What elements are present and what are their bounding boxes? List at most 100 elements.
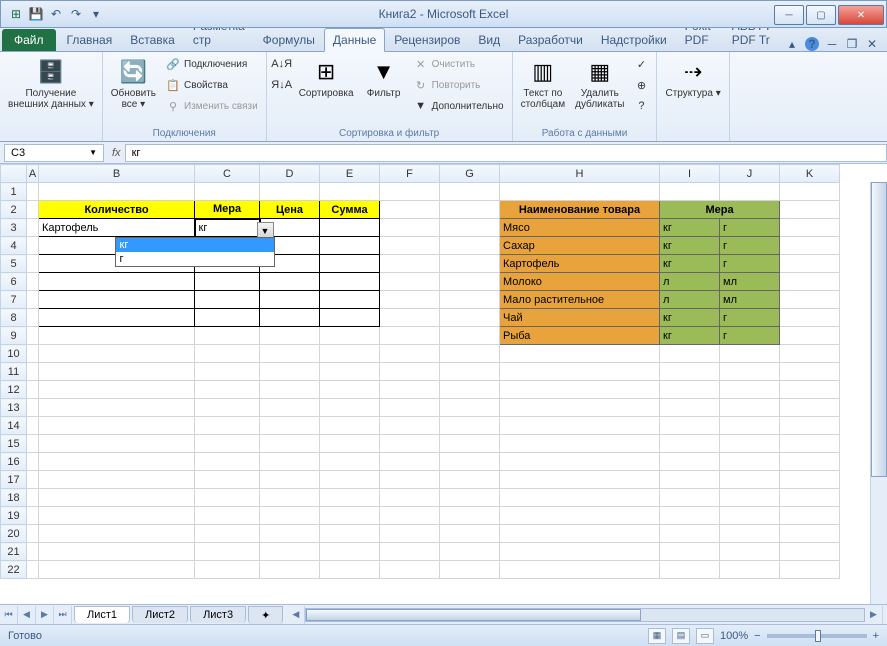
save-icon[interactable]: 💾 bbox=[27, 5, 45, 23]
cell-C18[interactable] bbox=[195, 489, 260, 507]
cell-H4[interactable]: Сахар bbox=[500, 237, 660, 255]
cell-B22[interactable] bbox=[39, 561, 195, 579]
cell-B6[interactable] bbox=[39, 273, 195, 291]
zoom-in-button[interactable]: + bbox=[873, 630, 879, 642]
redo-icon[interactable]: ↷ bbox=[67, 5, 85, 23]
help-icon[interactable]: ? bbox=[805, 37, 819, 51]
sheet-tab-3[interactable]: Лист3 bbox=[190, 606, 246, 623]
cell-H11[interactable] bbox=[500, 363, 660, 381]
cell-A17[interactable] bbox=[27, 471, 39, 489]
cell-A19[interactable] bbox=[27, 507, 39, 525]
sort-za-button[interactable]: Я↓А bbox=[271, 75, 293, 95]
vscroll-thumb[interactable] bbox=[871, 182, 887, 477]
cell-C15[interactable] bbox=[195, 435, 260, 453]
cell-K13[interactable] bbox=[780, 399, 840, 417]
page-layout-button[interactable]: ▤ bbox=[672, 628, 690, 644]
zoom-slider[interactable] bbox=[767, 634, 867, 638]
row-header-9[interactable]: 9 bbox=[1, 327, 27, 345]
dropdown-option-г[interactable]: г bbox=[116, 252, 274, 266]
cell-K12[interactable] bbox=[780, 381, 840, 399]
cell-F16[interactable] bbox=[380, 453, 440, 471]
row-header-8[interactable]: 8 bbox=[1, 309, 27, 327]
cell-B3[interactable]: Картофель bbox=[39, 219, 195, 237]
row-header-4[interactable]: 4 bbox=[1, 237, 27, 255]
cell-H14[interactable] bbox=[500, 417, 660, 435]
connections-button[interactable]: 🔗Подключения bbox=[162, 54, 262, 74]
sheet-nav-last[interactable]: ⏭ bbox=[54, 606, 72, 624]
cell-B19[interactable] bbox=[39, 507, 195, 525]
properties-button[interactable]: 📋Свойства bbox=[162, 75, 262, 95]
horizontal-scrollbar[interactable]: ◀ ▶ bbox=[287, 607, 883, 623]
cell-F8[interactable] bbox=[380, 309, 440, 327]
cell-I19[interactable] bbox=[660, 507, 720, 525]
cell-G4[interactable] bbox=[440, 237, 500, 255]
cell-I20[interactable] bbox=[660, 525, 720, 543]
cell-B17[interactable] bbox=[39, 471, 195, 489]
cell-F6[interactable] bbox=[380, 273, 440, 291]
maximize-button[interactable]: ▢ bbox=[806, 5, 836, 25]
cell-B15[interactable] bbox=[39, 435, 195, 453]
cell-C10[interactable] bbox=[195, 345, 260, 363]
cell-E7[interactable] bbox=[320, 291, 380, 309]
cell-B1[interactable] bbox=[39, 183, 195, 201]
close-button[interactable]: ✕ bbox=[838, 5, 884, 25]
cell-J14[interactable] bbox=[720, 417, 780, 435]
cell-I11[interactable] bbox=[660, 363, 720, 381]
cell-D6[interactable] bbox=[260, 273, 320, 291]
cell-J5[interactable]: г bbox=[720, 255, 780, 273]
cell-H19[interactable] bbox=[500, 507, 660, 525]
cell-F15[interactable] bbox=[380, 435, 440, 453]
cell-G18[interactable] bbox=[440, 489, 500, 507]
cell-K10[interactable] bbox=[780, 345, 840, 363]
cell-B8[interactable] bbox=[39, 309, 195, 327]
cell-A11[interactable] bbox=[27, 363, 39, 381]
cell-A18[interactable] bbox=[27, 489, 39, 507]
row-header-5[interactable]: 5 bbox=[1, 255, 27, 273]
cell-H18[interactable] bbox=[500, 489, 660, 507]
cell-K16[interactable] bbox=[780, 453, 840, 471]
sheet-nav-first[interactable]: ⏮ bbox=[0, 606, 18, 624]
row-header-20[interactable]: 20 bbox=[1, 525, 27, 543]
cell-D9[interactable] bbox=[260, 327, 320, 345]
whatif-button[interactable]: ? bbox=[630, 96, 652, 116]
cell-J11[interactable] bbox=[720, 363, 780, 381]
cell-I2[interactable]: Мера bbox=[660, 201, 780, 219]
tab-data[interactable]: Данные bbox=[324, 28, 385, 52]
row-header-6[interactable]: 6 bbox=[1, 273, 27, 291]
name-box[interactable]: C3▼ bbox=[4, 144, 104, 162]
cell-A4[interactable] bbox=[27, 237, 39, 255]
cell-A2[interactable] bbox=[27, 201, 39, 219]
remove-duplicates-button[interactable]: ▦ Удалить дубликаты bbox=[571, 54, 628, 112]
cell-G20[interactable] bbox=[440, 525, 500, 543]
cell-G3[interactable] bbox=[440, 219, 500, 237]
cell-E1[interactable] bbox=[320, 183, 380, 201]
cell-F9[interactable] bbox=[380, 327, 440, 345]
tab-review[interactable]: Рецензиров bbox=[385, 28, 469, 51]
cell-C1[interactable] bbox=[195, 183, 260, 201]
cell-K17[interactable] bbox=[780, 471, 840, 489]
tab-home[interactable]: Главная bbox=[58, 28, 122, 51]
cell-G17[interactable] bbox=[440, 471, 500, 489]
cell-G7[interactable] bbox=[440, 291, 500, 309]
cell-I10[interactable] bbox=[660, 345, 720, 363]
cell-F18[interactable] bbox=[380, 489, 440, 507]
row-header-11[interactable]: 11 bbox=[1, 363, 27, 381]
cell-B14[interactable] bbox=[39, 417, 195, 435]
cell-A8[interactable] bbox=[27, 309, 39, 327]
hscroll-left[interactable]: ◀ bbox=[287, 606, 305, 624]
cell-D7[interactable] bbox=[260, 291, 320, 309]
cell-J4[interactable]: г bbox=[720, 237, 780, 255]
sheet-tab-1[interactable]: Лист1 bbox=[74, 606, 130, 623]
cell-H9[interactable]: Рыба bbox=[500, 327, 660, 345]
row-header-16[interactable]: 16 bbox=[1, 453, 27, 471]
col-header-B[interactable]: B bbox=[39, 165, 195, 183]
col-header-J[interactable]: J bbox=[720, 165, 780, 183]
cell-F10[interactable] bbox=[380, 345, 440, 363]
cell-G22[interactable] bbox=[440, 561, 500, 579]
cell-E20[interactable] bbox=[320, 525, 380, 543]
cell-J13[interactable] bbox=[720, 399, 780, 417]
cell-F17[interactable] bbox=[380, 471, 440, 489]
cell-K15[interactable] bbox=[780, 435, 840, 453]
cell-H13[interactable] bbox=[500, 399, 660, 417]
cell-E13[interactable] bbox=[320, 399, 380, 417]
